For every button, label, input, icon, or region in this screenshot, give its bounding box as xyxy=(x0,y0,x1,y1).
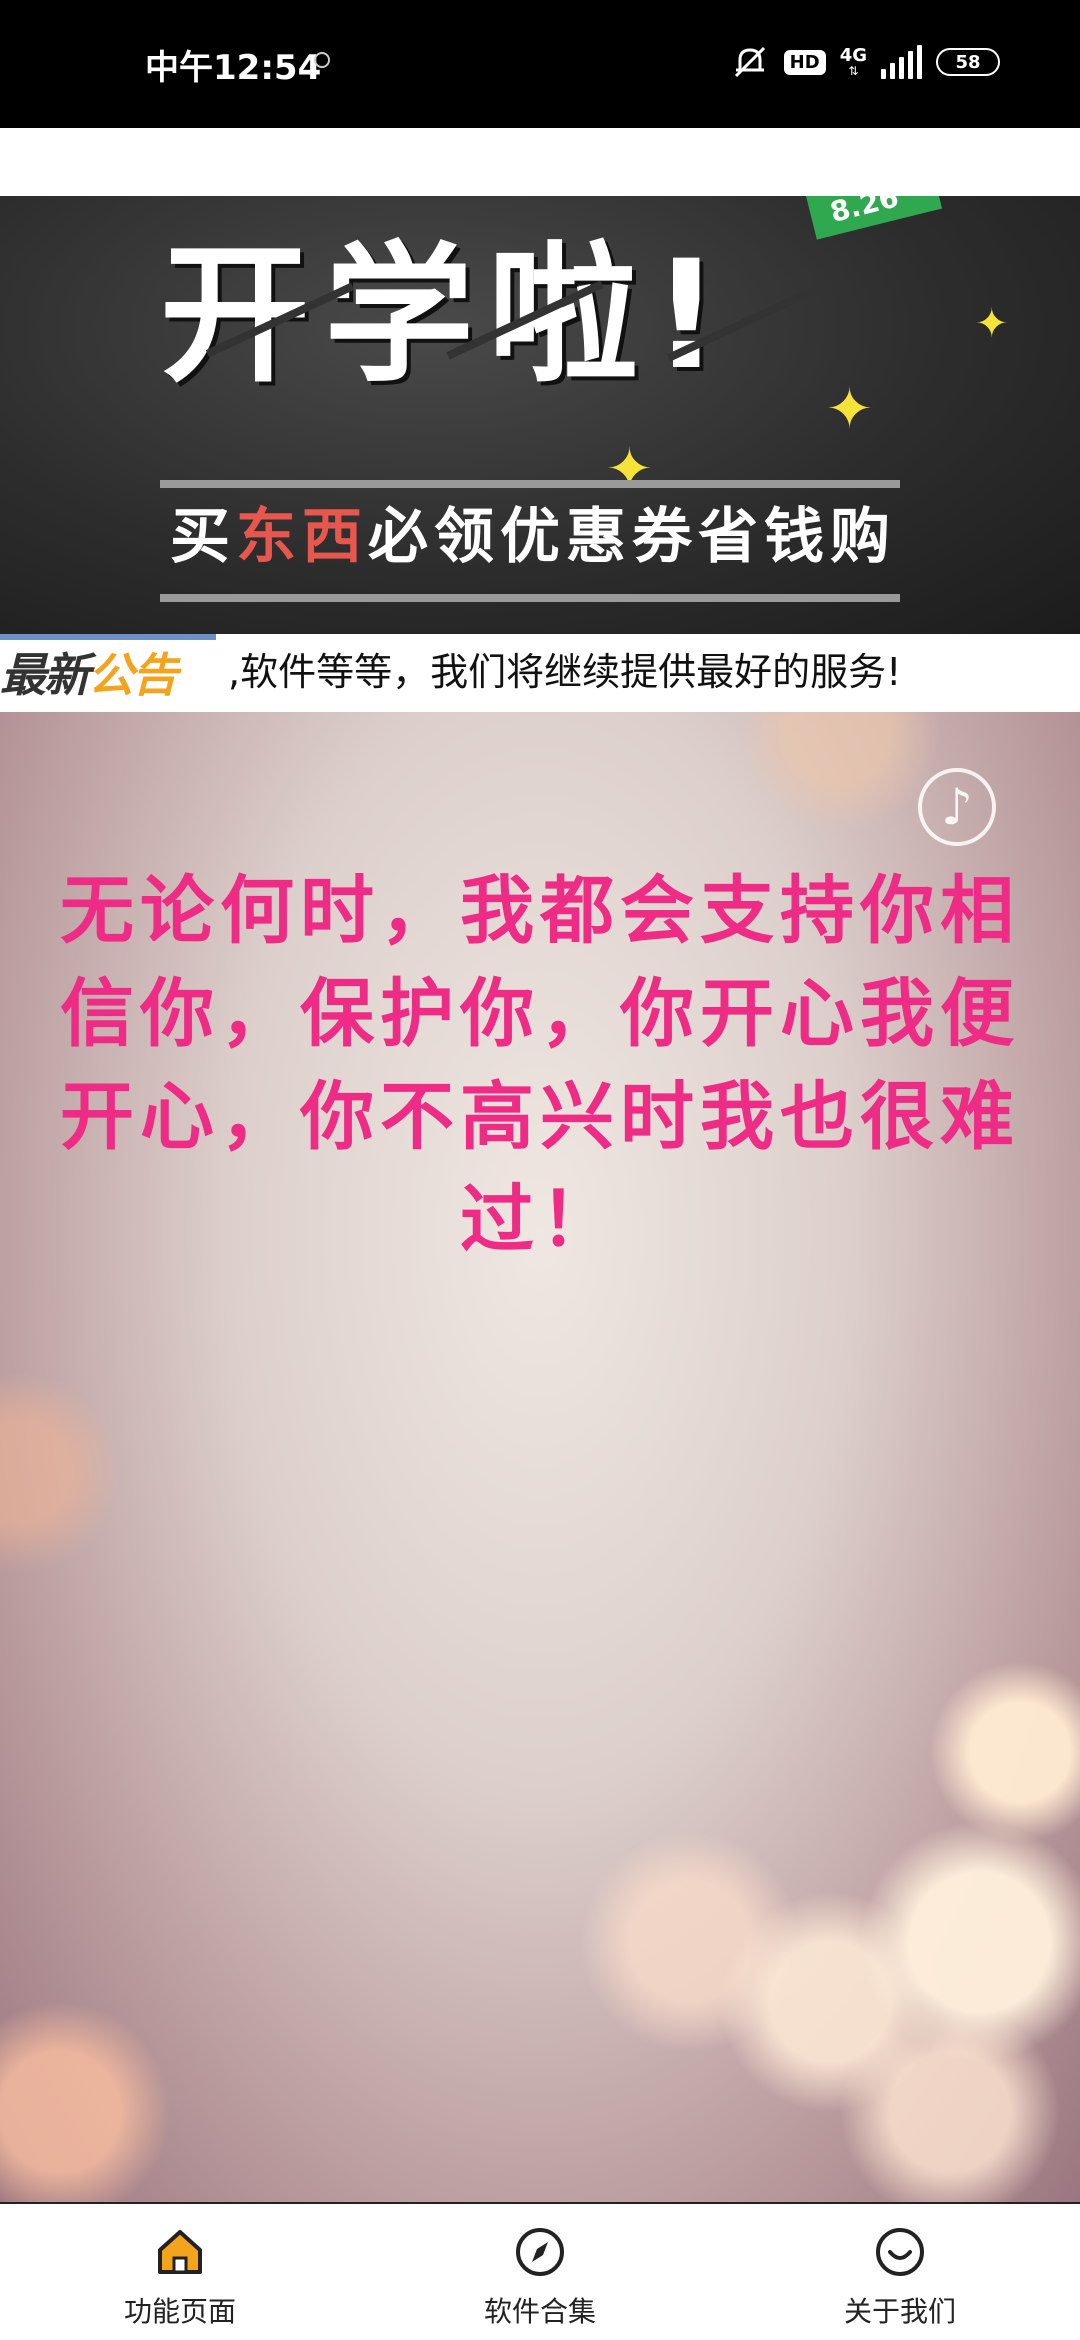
notice-label-part1: 最新 xyxy=(0,648,90,702)
tab-about-us[interactable]: 关于我们 xyxy=(720,2204,1080,2340)
tab-label: 软件合集 xyxy=(483,2295,596,2328)
mute-bell-icon xyxy=(734,46,765,78)
notification-dot-icon xyxy=(314,52,330,68)
love-message: 无论何时，我都会支持你相信你，保护你，你开心我便开心，你不高兴时我也很难过！ xyxy=(60,868,1020,1263)
page-title: 表白小助手 xyxy=(449,131,630,172)
banner-subline-part2: 必领优惠券省钱购 xyxy=(368,502,896,572)
smile-icon xyxy=(872,2224,928,2280)
sparkle-icon: ✦ xyxy=(606,437,653,502)
banner-divider-bottom xyxy=(160,594,900,602)
status-time: 中午12:54 xyxy=(145,48,322,88)
bottom-tab-bar: 功能页面 软件合集 关于我们 xyxy=(0,2202,1080,2340)
banner-date-tag: 8.26 xyxy=(806,196,943,240)
data-arrows-icon: ⇅ xyxy=(848,64,859,78)
sparkle-icon: ✦ xyxy=(826,377,873,442)
notice-text: ,软件等等，我们将继续提供最好的服务! xyxy=(228,650,902,694)
notice-label: 最新 公告 xyxy=(0,638,226,706)
notice-label-part2: 公告 xyxy=(88,648,178,702)
music-toggle-button[interactable]: ♪ xyxy=(918,768,996,846)
music-note-icon: ♪ xyxy=(941,778,973,836)
compass-icon xyxy=(512,2224,568,2280)
notice-bar[interactable]: 最新 公告 ,软件等等，我们将继续提供最好的服务! xyxy=(0,634,1080,712)
status-icons: HD 4G ⇅ 58 xyxy=(730,38,1000,86)
banner-divider-top xyxy=(160,480,900,488)
battery-level: 58 xyxy=(955,51,981,73)
status-bar: 中午12:54 HD 4G ⇅ 58 xyxy=(0,0,1080,128)
tab-label: 功能页面 xyxy=(123,2295,236,2328)
network-type: 4G xyxy=(839,45,867,66)
hd-badge: HD xyxy=(783,49,826,75)
network-indicator: 4G ⇅ xyxy=(839,45,867,78)
promo-banner[interactable]: 8.26 开学啦! ✦ ✦ ✦ 买东西必领优惠券省钱购 xyxy=(0,196,1080,634)
tab-label: 关于我们 xyxy=(843,2295,956,2328)
tab-software-collection[interactable]: 软件合集 xyxy=(360,2204,720,2340)
app-screen: 中午12:54 HD 4G ⇅ 58 表白小助手 8.26 开学啦! ✦ ✦ ✦… xyxy=(0,0,1080,2340)
tab-function-page[interactable]: 功能页面 xyxy=(0,2204,360,2340)
banner-subline-part1: 买 xyxy=(170,502,236,572)
sparkle-icon: ✦ xyxy=(975,301,1009,347)
home-icon xyxy=(152,2224,208,2280)
banner-subline-red: 东西 xyxy=(236,502,368,572)
battery-icon: 58 xyxy=(936,48,1000,76)
banner-subline: 买东西必领优惠券省钱购 xyxy=(170,502,896,572)
message-area: ♪ 无论何时，我都会支持你相信你，保护你，你开心我便开心，你不高兴时我也很难过！ xyxy=(0,712,1080,2202)
banner-headline: 开学啦! xyxy=(160,229,735,403)
signal-bars-icon xyxy=(881,45,922,79)
